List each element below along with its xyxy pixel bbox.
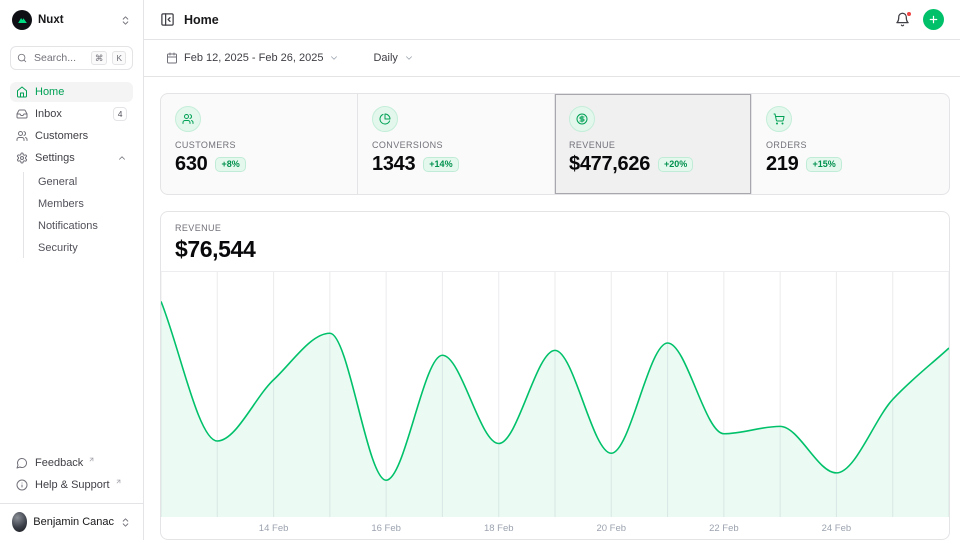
sidebar-item-feedback[interactable]: Feedback — [10, 453, 133, 473]
shopping-cart-icon — [766, 106, 792, 132]
stat-label: CONVERSIONS — [372, 140, 540, 150]
sidebar-subitem-members[interactable]: Members — [38, 194, 133, 214]
sidebar-item-label: Feedback — [35, 457, 83, 469]
sidebar-subitem-notifications[interactable]: Notifications — [38, 216, 133, 236]
stat-value: 1343 — [372, 153, 415, 176]
search-input-wrapper[interactable]: ⌘ K — [10, 46, 133, 70]
chevrons-up-down-icon — [120, 517, 131, 528]
sidebar-subitem-security[interactable]: Security — [38, 238, 133, 258]
kbd-cmd: ⌘ — [91, 51, 108, 65]
stat-delta-badge: +14% — [423, 157, 458, 173]
external-link-icon — [88, 456, 95, 463]
message-circle-icon — [16, 457, 28, 469]
period-label: Daily — [373, 52, 397, 64]
sidebar-item-help-support[interactable]: Help & Support — [10, 475, 133, 495]
sidebar-item-label: Home — [35, 86, 64, 98]
chart-header: REVENUE $76,544 — [161, 212, 949, 271]
x-axis-tick-label: 14 Feb — [259, 523, 289, 534]
kbd-k: K — [112, 51, 126, 65]
settings-subnav: GeneralMembersNotificationsSecurity — [23, 172, 133, 258]
x-axis-tick-label: 24 Feb — [822, 523, 852, 534]
stat-label: ORDERS — [766, 140, 935, 150]
chart-value: $76,544 — [175, 236, 935, 263]
sidebar-subitem-general[interactable]: General — [38, 172, 133, 192]
chevrons-up-down-icon — [120, 15, 131, 26]
settings-icon — [16, 152, 28, 164]
unread-dot — [906, 11, 912, 17]
sidebar-item-inbox[interactable]: Inbox 4 — [10, 104, 133, 124]
date-range-picker[interactable]: Feb 12, 2025 - Feb 26, 2025 — [160, 51, 345, 65]
x-axis-tick-label: 18 Feb — [484, 523, 514, 534]
users-icon — [175, 106, 201, 132]
content: CUSTOMERS 630 +8% CONVERSIONS 1343 +14% REVENU… — [144, 77, 960, 540]
search-input[interactable] — [32, 51, 86, 65]
page-header: Home — [144, 0, 960, 40]
sidebar-nav: Home Inbox 4 Customers Settings GeneralMember… — [10, 82, 133, 260]
chart-canvas — [161, 272, 949, 517]
stat-value: 219 — [766, 153, 798, 176]
sidebar-item-settings[interactable]: Settings — [10, 148, 133, 168]
sidebar-spacer — [10, 260, 133, 453]
workspace-selector[interactable]: Nuxt — [10, 8, 133, 32]
external-link-icon — [115, 478, 122, 485]
stats-row: CUSTOMERS 630 +8% CONVERSIONS 1343 +14% REVENU… — [160, 93, 950, 195]
chevron-up-icon — [117, 153, 127, 163]
workspace-name: Nuxt — [38, 14, 114, 26]
inbox-icon — [16, 108, 28, 120]
plus-icon — [928, 14, 939, 25]
sidebar-item-label: Inbox — [35, 108, 62, 120]
stat-card-revenue[interactable]: REVENUE $477,626 +20% — [555, 94, 752, 194]
nuxt-logo-icon — [12, 10, 32, 30]
avatar — [12, 512, 27, 532]
chevron-down-icon — [329, 53, 339, 63]
sidebar-item-home[interactable]: Home — [10, 82, 133, 102]
stat-value: $477,626 — [569, 153, 650, 176]
sidebar-item-customers[interactable]: Customers — [10, 126, 133, 146]
circle-dollar-sign-icon — [569, 106, 595, 132]
sidebar: Nuxt ⌘ K Home Inbox 4 Customers Settings Gene… — [0, 0, 144, 540]
add-button[interactable] — [923, 9, 944, 30]
filters-toolbar: Feb 12, 2025 - Feb 26, 2025 Daily — [144, 40, 960, 77]
house-icon — [16, 86, 28, 98]
user-name: Benjamin Canac — [33, 516, 114, 528]
inbox-count-badge: 4 — [113, 107, 127, 121]
search-icon — [17, 53, 27, 63]
notifications-button[interactable] — [895, 12, 910, 27]
sidebar-footer-nav: Feedback Help & Support — [10, 453, 133, 495]
stat-label: REVENUE — [569, 140, 737, 150]
stat-card-conversions[interactable]: CONVERSIONS 1343 +14% — [358, 94, 555, 194]
x-axis-tick-label: 16 Feb — [371, 523, 401, 534]
revenue-chart-card: REVENUE $76,544 14 Feb 16 Feb 18 Feb 20 Feb… — [160, 211, 950, 540]
sidebar-item-label: Settings — [35, 152, 75, 164]
page-title: Home — [184, 13, 219, 27]
stat-card-orders[interactable]: ORDERS 219 +15% — [752, 94, 949, 194]
sidebar-item-label: Customers — [35, 130, 88, 142]
stat-card-customers[interactable]: CUSTOMERS 630 +8% — [161, 94, 358, 194]
chart-pie-icon — [372, 106, 398, 132]
stat-delta-badge: +8% — [215, 157, 245, 173]
users-icon — [16, 130, 28, 142]
chevron-down-icon — [404, 53, 414, 63]
stat-label: CUSTOMERS — [175, 140, 343, 150]
user-menu[interactable]: Benjamin Canac — [10, 504, 133, 532]
x-axis-tick-label: 20 Feb — [596, 523, 626, 534]
period-select[interactable]: Daily — [367, 51, 419, 65]
collapse-sidebar-button[interactable] — [160, 12, 175, 27]
calendar-icon — [166, 52, 178, 64]
info-icon — [16, 479, 28, 491]
revenue-area-chart[interactable]: 14 Feb 16 Feb 18 Feb 20 Feb 22 Feb 24 Feb — [161, 271, 949, 539]
x-axis-tick-label: 22 Feb — [709, 523, 739, 534]
chart-label: REVENUE — [175, 223, 935, 233]
main-area: Home Feb 12, 2025 - Feb 26, 2025 Daily C… — [144, 0, 960, 540]
sidebar-item-label: Help & Support — [35, 479, 110, 491]
stat-delta-badge: +15% — [806, 157, 841, 173]
stat-delta-badge: +20% — [658, 157, 693, 173]
stat-value: 630 — [175, 153, 207, 176]
date-range-label: Feb 12, 2025 - Feb 26, 2025 — [184, 52, 323, 64]
